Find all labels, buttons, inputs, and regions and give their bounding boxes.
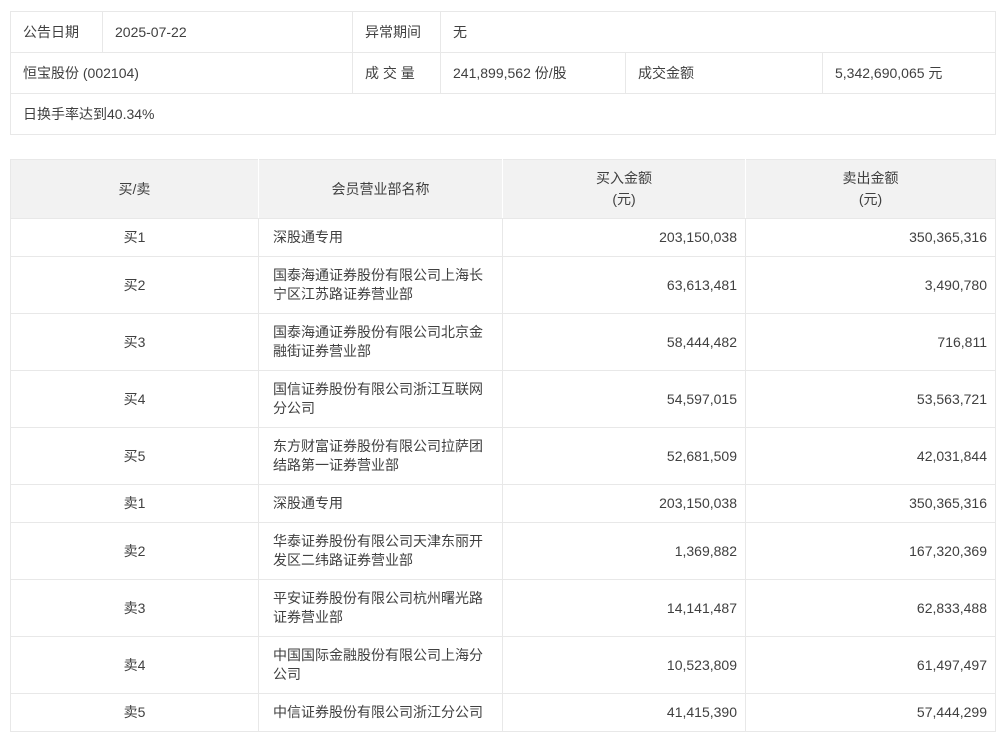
broker-name-cell: 深股通专用	[259, 219, 503, 257]
broker-name-cell: 国信证券股份有限公司浙江互联网分公司	[259, 371, 503, 428]
table-row: 卖4 中国国际金融股份有限公司上海分公司 10,523,809 61,497,4…	[11, 637, 996, 694]
volume-value: 241,899,562 份/股	[441, 53, 626, 94]
table-row: 买3 国泰海通证券股份有限公司北京金融街证券营业部 58,444,482 716…	[11, 314, 996, 371]
abnormal-period-value: 无	[441, 12, 996, 53]
announce-date-value: 2025-07-22	[103, 12, 353, 53]
volume-label: 成 交 量	[353, 53, 441, 94]
table-row: 卖5 中信证券股份有限公司浙江分公司 41,415,390 57,444,299	[11, 694, 996, 732]
broker-name-cell: 国泰海通证券股份有限公司上海长宁区江苏路证券营业部	[259, 257, 503, 314]
table-row: 卖2 华泰证券股份有限公司天津东丽开发区二纬路证券营业部 1,369,882 1…	[11, 523, 996, 580]
summary-row-date: 公告日期 2025-07-22 异常期间 无	[11, 12, 996, 53]
buy-amount-cell: 63,613,481	[503, 257, 746, 314]
sell-amount-cell: 167,320,369	[746, 523, 996, 580]
side-rank-cell: 买5	[11, 428, 259, 485]
col-header-sell-line1: 卖出金额	[756, 168, 985, 189]
turnover-rate-note: 日换手率达到40.34%	[11, 94, 996, 135]
side-rank-cell: 卖4	[11, 637, 259, 694]
summary-row-volume: 恒宝股份 (002104) 成 交 量 241,899,562 份/股 成交金额…	[11, 53, 996, 94]
broker-name-cell: 东方财富证券股份有限公司拉萨团结路第一证券营业部	[259, 428, 503, 485]
buy-amount-cell: 52,681,509	[503, 428, 746, 485]
sell-amount-cell: 61,497,497	[746, 637, 996, 694]
col-header-side: 买/卖	[11, 160, 259, 219]
sell-amount-cell: 53,563,721	[746, 371, 996, 428]
buy-amount-cell: 54,597,015	[503, 371, 746, 428]
turnover-label: 成交金额	[626, 53, 823, 94]
side-rank-cell: 卖5	[11, 694, 259, 732]
summary-row-note: 日换手率达到40.34%	[11, 94, 996, 135]
buy-amount-cell: 203,150,038	[503, 485, 746, 523]
table-row: 买5 东方财富证券股份有限公司拉萨团结路第一证券营业部 52,681,509 4…	[11, 428, 996, 485]
table-row: 买1 深股通专用 203,150,038 350,365,316	[11, 219, 996, 257]
table-row: 卖1 深股通专用 203,150,038 350,365,316	[11, 485, 996, 523]
buy-amount-cell: 10,523,809	[503, 637, 746, 694]
broker-name-cell: 平安证券股份有限公司杭州曙光路证券营业部	[259, 580, 503, 637]
col-header-sell-amount: 卖出金额 (元)	[746, 160, 996, 219]
side-rank-cell: 卖2	[11, 523, 259, 580]
side-rank-cell: 买4	[11, 371, 259, 428]
sell-amount-cell: 57,444,299	[746, 694, 996, 732]
col-header-buy-line1: 买入金额	[513, 168, 735, 189]
broker-name-cell: 中国国际金融股份有限公司上海分公司	[259, 637, 503, 694]
sell-amount-cell: 3,490,780	[746, 257, 996, 314]
col-header-buy-amount: 买入金额 (元)	[503, 160, 746, 219]
broker-name-cell: 中信证券股份有限公司浙江分公司	[259, 694, 503, 732]
table-row: 卖3 平安证券股份有限公司杭州曙光路证券营业部 14,141,487 62,83…	[11, 580, 996, 637]
sell-amount-cell: 716,811	[746, 314, 996, 371]
stock-summary-table: 公告日期 2025-07-22 异常期间 无 恒宝股份 (002104) 成 交…	[10, 11, 996, 135]
side-rank-cell: 卖3	[11, 580, 259, 637]
turnover-value: 5,342,690,065 元	[823, 53, 996, 94]
broker-table-header: 买/卖 会员营业部名称 买入金额 (元) 卖出金额 (元)	[11, 160, 996, 219]
col-header-sell-line2: (元)	[756, 189, 985, 210]
side-rank-cell: 买2	[11, 257, 259, 314]
buy-amount-cell: 14,141,487	[503, 580, 746, 637]
buy-amount-cell: 41,415,390	[503, 694, 746, 732]
sell-amount-cell: 42,031,844	[746, 428, 996, 485]
abnormal-period-label: 异常期间	[353, 12, 441, 53]
broker-name-cell: 华泰证券股份有限公司天津东丽开发区二纬路证券营业部	[259, 523, 503, 580]
table-row: 买4 国信证券股份有限公司浙江互联网分公司 54,597,015 53,563,…	[11, 371, 996, 428]
announce-date-label: 公告日期	[11, 12, 103, 53]
side-rank-cell: 买3	[11, 314, 259, 371]
broker-name-cell: 国泰海通证券股份有限公司北京金融街证券营业部	[259, 314, 503, 371]
sell-amount-cell: 62,833,488	[746, 580, 996, 637]
lhb-table-body: 买1 深股通专用 203,150,038 350,365,316 买2 国泰海通…	[11, 219, 996, 732]
buy-amount-cell: 203,150,038	[503, 219, 746, 257]
stock-name: 恒宝股份 (002104)	[11, 53, 353, 94]
buy-amount-cell: 1,369,882	[503, 523, 746, 580]
col-header-broker: 会员营业部名称	[259, 160, 503, 219]
page: 公告日期 2025-07-22 异常期间 无 恒宝股份 (002104) 成 交…	[0, 0, 1005, 740]
table-row: 买2 国泰海通证券股份有限公司上海长宁区江苏路证券营业部 63,613,481 …	[11, 257, 996, 314]
side-rank-cell: 卖1	[11, 485, 259, 523]
broker-seats-table: 买/卖 会员营业部名称 买入金额 (元) 卖出金额 (元) 买1 深股通专用 2…	[10, 159, 996, 732]
col-header-buy-line2: (元)	[513, 189, 735, 210]
side-rank-cell: 买1	[11, 219, 259, 257]
buy-amount-cell: 58,444,482	[503, 314, 746, 371]
broker-name-cell: 深股通专用	[259, 485, 503, 523]
sell-amount-cell: 350,365,316	[746, 485, 996, 523]
sell-amount-cell: 350,365,316	[746, 219, 996, 257]
